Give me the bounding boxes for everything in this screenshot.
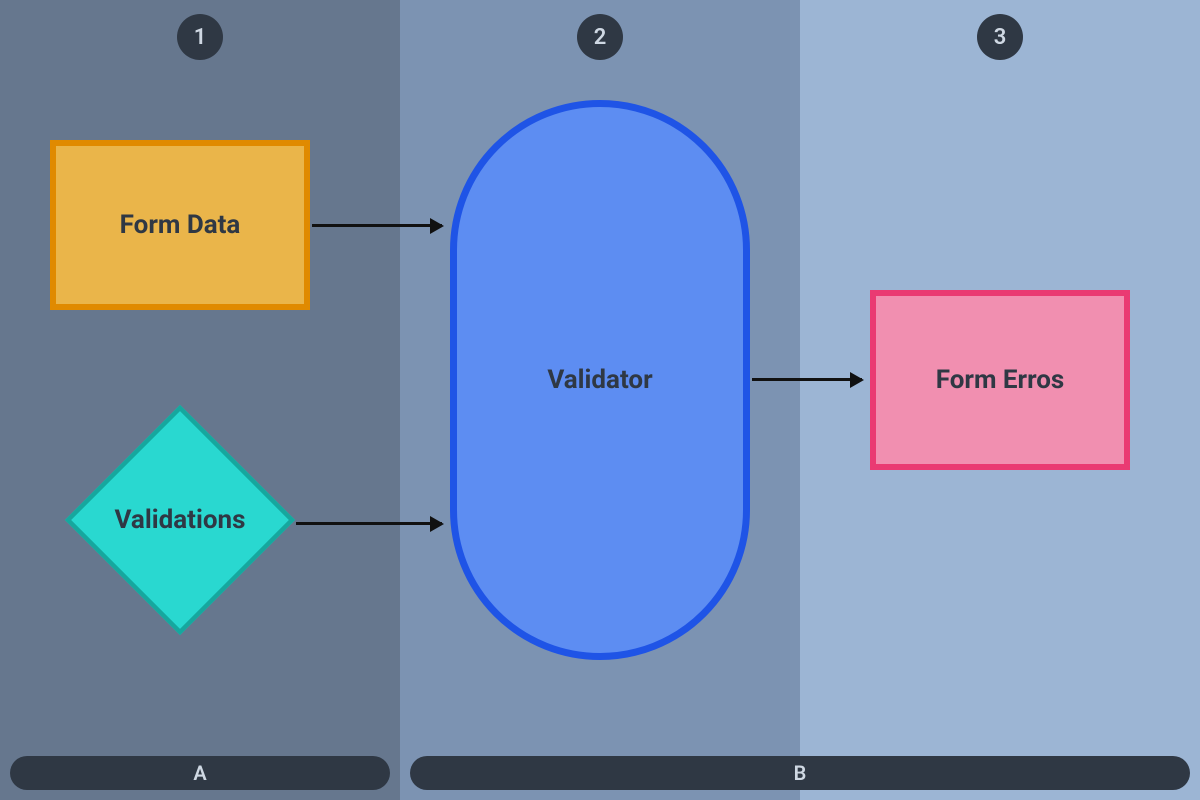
column-1	[0, 0, 400, 800]
region-b-label: B	[794, 761, 807, 785]
node-form-data: Form Data	[50, 140, 310, 310]
column-badge-2: 2	[577, 14, 623, 60]
node-validations-label: Validations	[115, 505, 246, 535]
arrow-validator-to-errors	[752, 378, 862, 381]
node-validations: Validations	[70, 410, 290, 630]
region-a-label: A	[193, 761, 206, 785]
column-badge-2-label: 2	[594, 25, 607, 50]
region-a: A	[10, 756, 390, 790]
column-badge-1: 1	[177, 14, 223, 60]
column-badge-1-label: 1	[194, 25, 207, 50]
arrow-validations-to-validator	[296, 522, 442, 525]
column-badge-3-label: 3	[994, 25, 1007, 50]
diagram-canvas: 1 2 3 Form Data Validations Validator Fo…	[0, 0, 1200, 800]
node-form-errors-label: Form Erros	[936, 365, 1065, 395]
node-validator-label: Validator	[547, 365, 652, 395]
region-b: B	[410, 756, 1190, 790]
node-form-errors: Form Erros	[870, 290, 1130, 470]
node-validator: Validator	[450, 100, 750, 660]
column-badge-3: 3	[977, 14, 1023, 60]
arrow-formdata-to-validator	[312, 224, 442, 227]
node-form-data-label: Form Data	[120, 210, 241, 240]
